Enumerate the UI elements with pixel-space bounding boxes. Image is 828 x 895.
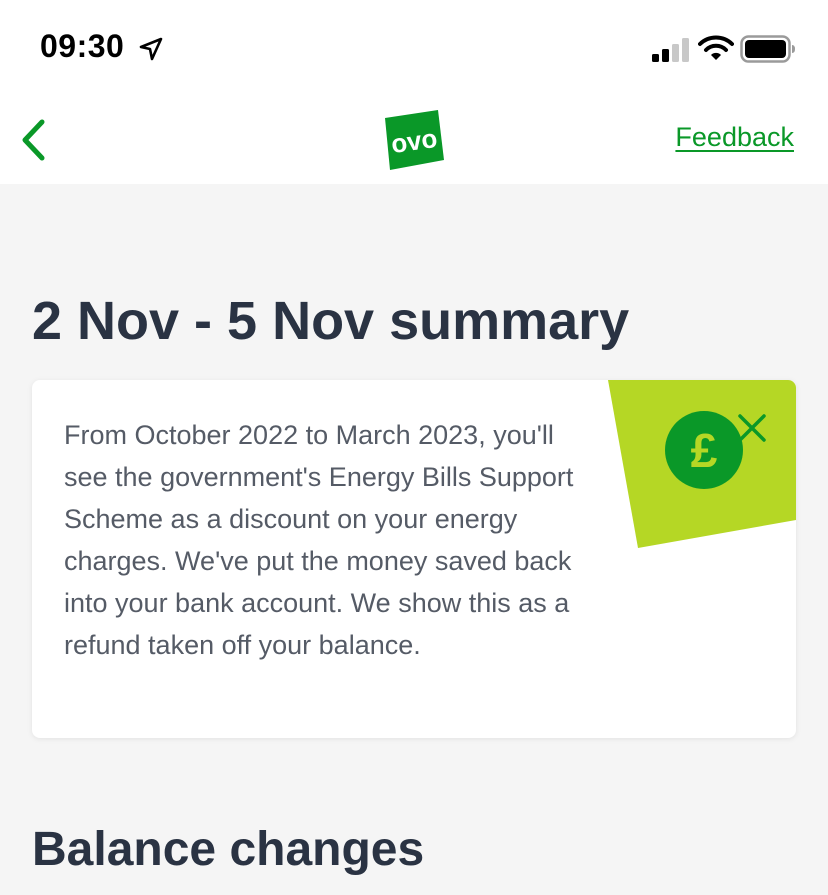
back-button[interactable]	[10, 112, 56, 168]
feedback-link[interactable]: Feedback	[675, 122, 794, 153]
ovo-logo: ovo	[385, 110, 444, 170]
pound-icon: £	[691, 425, 718, 478]
balance-changes-heading: Balance changes	[32, 823, 425, 876]
battery-icon	[740, 35, 795, 63]
notice-card: £ From October 2022 to March 2023, you'l…	[32, 380, 796, 738]
status-time: 09:30	[40, 28, 125, 64]
logo-text: ovo	[389, 123, 439, 159]
close-icon[interactable]	[732, 408, 772, 448]
notice-text: From October 2022 to March 2023, you'll …	[64, 420, 574, 660]
top-bar: 09:30 ovo Feedback	[0, 0, 828, 184]
page-title: 2 Nov - 5 Nov summary	[32, 291, 630, 351]
chevron-left-icon	[22, 119, 45, 161]
location-icon	[139, 37, 163, 61]
signal-icon	[652, 38, 689, 62]
wifi-icon	[698, 35, 734, 60]
